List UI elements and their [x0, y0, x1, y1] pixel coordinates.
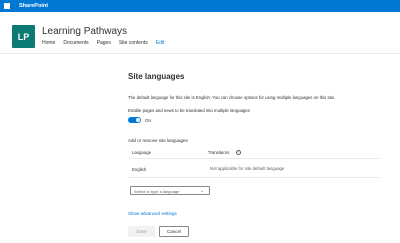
suite-bar: SharePoint — [0, 0, 400, 12]
default-language-description: The default language for this site is En… — [128, 95, 336, 100]
table-row: English Not applicable for site default … — [128, 160, 380, 178]
waffle-icon[interactable] — [1, 0, 13, 12]
column-header-language: Language — [132, 150, 152, 155]
site-title[interactable]: Learning Pathways — [42, 26, 127, 37]
app-name[interactable]: SharePoint — [19, 3, 48, 9]
row-language: English — [132, 167, 147, 172]
site-logo[interactable]: LP — [12, 25, 35, 48]
row-translators-note: Not applicable for site default language — [210, 166, 285, 171]
nav-edit-link[interactable]: Edit — [156, 40, 165, 46]
language-picker[interactable]: Select or type a language ⌄ — [130, 186, 210, 195]
toggle-state-label: On — [145, 118, 152, 123]
column-header-translators: Translators — [208, 150, 230, 155]
page-title: Site languages — [128, 72, 185, 81]
nav-item-documents[interactable]: Documents — [63, 40, 88, 46]
toggle-knob — [136, 118, 140, 122]
site-nav: Home Documents Pages Site contents Edit — [42, 40, 172, 46]
language-picker-placeholder: Select or type a language — [134, 189, 180, 194]
nav-item-home[interactable]: Home — [42, 40, 55, 46]
info-icon[interactable]: i — [236, 149, 241, 155]
save-button[interactable]: Save — [128, 226, 155, 237]
add-remove-languages-label: Add or remove site languages — [128, 138, 188, 143]
show-advanced-settings-link[interactable]: Show advanced settings — [128, 211, 177, 216]
languages-table-header: Language Translators i — [128, 146, 380, 159]
nav-item-pages[interactable]: Pages — [97, 40, 111, 46]
translation-toggle-label: Enable pages and news to be translated i… — [128, 108, 250, 113]
site-header: LP Learning Pathways Home Documents Page… — [0, 12, 400, 54]
translation-toggle[interactable] — [128, 117, 141, 123]
cancel-button[interactable]: Cancel — [159, 226, 189, 237]
nav-item-site-contents[interactable]: Site contents — [119, 40, 148, 46]
chevron-down-icon: ⌄ — [200, 188, 204, 193]
